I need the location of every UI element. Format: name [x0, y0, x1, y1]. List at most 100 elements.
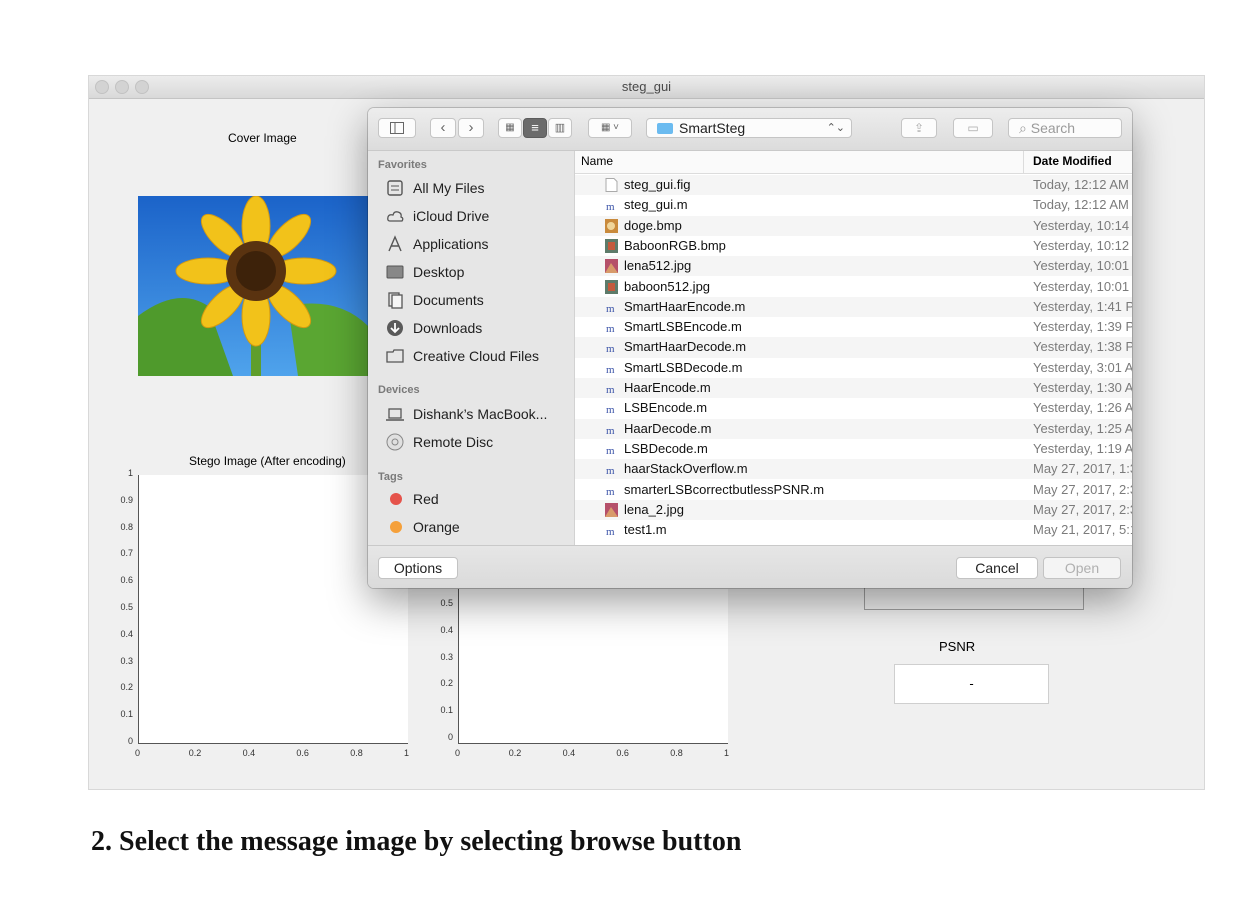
file-row[interactable]: m test1.m May 21, 2017, 5:1	[575, 520, 1132, 540]
file-row[interactable]: m LSBEncode.m Yesterday, 1:26 A	[575, 398, 1132, 418]
file-date-modified: Yesterday, 10:12	[1033, 237, 1130, 253]
file-row[interactable]: m smarterLSBcorrectbutlessPSNR.m May 27, 2…	[575, 480, 1132, 500]
file-row[interactable]: m steg_gui.m Today, 12:12 AM	[575, 195, 1132, 215]
sidebar-item-applications[interactable]: Applications	[386, 231, 572, 257]
laptop-icon	[386, 408, 404, 421]
arrange-button[interactable]: ▦ ˅	[588, 118, 632, 138]
sidebar-item-creative-cloud-files[interactable]: Creative Cloud Files	[386, 343, 572, 369]
search-placeholder: Search	[1030, 120, 1076, 136]
file-row[interactable]: m SmartHaarDecode.m Yesterday, 1:38 P	[575, 337, 1132, 358]
stego-image-label: Stego Image (After encoding)	[189, 454, 346, 468]
matlab-file-icon: m	[606, 526, 615, 537]
date-column-header[interactable]: Date Modified	[1033, 154, 1112, 168]
image-file-icon	[605, 279, 618, 294]
list-view-button[interactable]: ≡	[523, 118, 547, 138]
y-tick-label: 0.7	[120, 548, 133, 559]
matlab-file-icon: m	[606, 465, 615, 476]
svg-text:m: m	[606, 343, 615, 354]
file-row[interactable]: steg_gui.fig Today, 12:12 AM	[575, 175, 1132, 196]
file-name: HaarDecode.m	[624, 420, 712, 436]
file-date-modified: Yesterday, 10:01	[1033, 258, 1130, 274]
matlab-file-icon: m	[606, 343, 615, 354]
file-date-modified: Yesterday, 1:26 A	[1033, 400, 1132, 416]
dialog-sidebar: Favorites Devices Tags All My Files iClou…	[368, 151, 575, 545]
file-name: lena_2.jpg	[624, 501, 684, 517]
matlab-file-icon: m	[606, 486, 615, 497]
options-button[interactable]: Options	[378, 557, 458, 579]
sidebar-item-dishank-s-macbook[interactable]: Dishank’s MacBook...	[386, 401, 572, 427]
svg-text:m: m	[606, 486, 615, 497]
sidebar-item-icloud-drive[interactable]: iCloud Drive	[386, 203, 572, 229]
desktop-icon	[386, 265, 404, 279]
matlab-file-icon: m	[606, 364, 615, 375]
file-row[interactable]: baboon512.jpg Yesterday, 10:01	[575, 277, 1132, 297]
matlab-file-icon: m	[606, 303, 615, 314]
file-date-modified: Today, 12:12 AM	[1033, 197, 1129, 213]
sidebar-item-remote-disc[interactable]: Remote Disc	[386, 429, 572, 455]
x-tick-label: 0.2	[188, 748, 202, 758]
file-row[interactable]: m haarStackOverflow.m May 27, 2017, 1:3	[575, 459, 1132, 480]
downloads-icon	[387, 320, 403, 336]
sidebar-item-documents[interactable]: Documents	[386, 287, 572, 313]
arrange-icon: ▦ ˅	[600, 122, 620, 133]
tags-button[interactable]: ▭	[953, 118, 993, 138]
sidebar-item-downloads[interactable]: Downloads	[386, 315, 572, 341]
open-button[interactable]: Open	[1043, 557, 1121, 579]
file-row[interactable]: m HaarDecode.m Yesterday, 1:25 A	[575, 418, 1132, 439]
sidebar-toggle-button[interactable]	[378, 118, 416, 138]
sidebar-item-label: All My Files	[413, 180, 485, 196]
file-row[interactable]: doge.bmp Yesterday, 10:14	[575, 215, 1132, 236]
image-file-icon	[605, 502, 618, 517]
file-row[interactable]: lena_2.jpg May 27, 2017, 2:3	[575, 499, 1132, 521]
folder-icon	[657, 123, 673, 134]
sidebar-item-all-my-files[interactable]: All My Files	[386, 175, 572, 201]
sidebar-tag-red[interactable]: Red	[386, 486, 572, 512]
file-row[interactable]: m SmartHaarEncode.m Yesterday, 1:41 P	[575, 296, 1132, 318]
column-divider	[1023, 151, 1024, 173]
sidebar-item-label: Creative Cloud Files	[413, 348, 540, 364]
sidebar-tag-orange[interactable]: Orange	[386, 514, 572, 540]
name-column-header[interactable]: Name	[581, 154, 613, 168]
cloud-icon	[387, 211, 404, 222]
stego-axes-x-ticks: 0 0.2 0.4 0.6 0.8 1	[129, 746, 419, 760]
cancel-button[interactable]: Cancel	[956, 557, 1038, 579]
favorites-heading: Favorites	[378, 159, 427, 171]
title-bar: steg_gui	[89, 76, 1204, 99]
grid-icon: ▦	[505, 122, 515, 133]
search-field[interactable]: ⌕ Search	[1008, 118, 1122, 138]
file-row[interactable]: BaboonRGB.bmp Yesterday, 10:12	[575, 236, 1132, 256]
sidebar-item-label: Remote Disc	[413, 434, 494, 450]
svg-text:m: m	[606, 445, 615, 456]
y-tick-label: 0.5	[120, 602, 133, 612]
icon-view-button[interactable]: ▦	[498, 118, 522, 138]
devices-heading: Devices	[378, 384, 420, 396]
svg-text:m: m	[606, 364, 615, 375]
image-file-icon	[605, 218, 618, 233]
file-row[interactable]: m SmartLSBDecode.m Yesterday, 3:01 A	[575, 358, 1132, 378]
svg-text:m: m	[606, 526, 615, 537]
window-title: steg_gui	[621, 79, 672, 94]
file-name: LSBEncode.m	[624, 400, 708, 416]
open-file-dialog: ‹ › ▦ ≡ ▥ ▦ ˅ SmartSteg ⌃⌄ ⇪ ▭ ⌕ Search …	[368, 108, 1132, 588]
y-tick-label: 0.2	[120, 682, 133, 693]
share-button[interactable]: ⇪	[901, 118, 937, 138]
column-view-button[interactable]: ▥	[548, 118, 572, 138]
cover-image	[138, 196, 368, 376]
back-button[interactable]: ‹	[430, 118, 456, 138]
file-row[interactable]: m HaarEncode.m Yesterday, 1:30 A	[575, 378, 1132, 399]
psnr-label: PSNR	[939, 639, 976, 654]
document-icon	[605, 178, 618, 192]
sidebar-item-label: Dishank’s MacBook...	[413, 406, 548, 422]
sidebar-item-desktop[interactable]: Desktop	[386, 259, 572, 285]
file-date-modified: Yesterday, 1:30 A	[1033, 380, 1132, 395]
file-name: HaarEncode.m	[624, 380, 711, 395]
tag-icon: ▭	[967, 121, 979, 135]
forward-button[interactable]: ›	[458, 118, 484, 138]
path-label: SmartSteg	[679, 120, 746, 136]
file-row[interactable]: m SmartLSBEncode.m Yesterday, 1:39 P	[575, 317, 1132, 337]
file-row[interactable]: lena512.jpg Yesterday, 10:01	[575, 256, 1132, 277]
sidebar-item-label: Applications	[413, 236, 489, 252]
file-name: lena512.jpg	[624, 258, 692, 274]
file-row[interactable]: m LSBDecode.m Yesterday, 1:19 A	[575, 439, 1132, 459]
path-popup[interactable]: SmartSteg ⌃⌄	[646, 118, 852, 138]
